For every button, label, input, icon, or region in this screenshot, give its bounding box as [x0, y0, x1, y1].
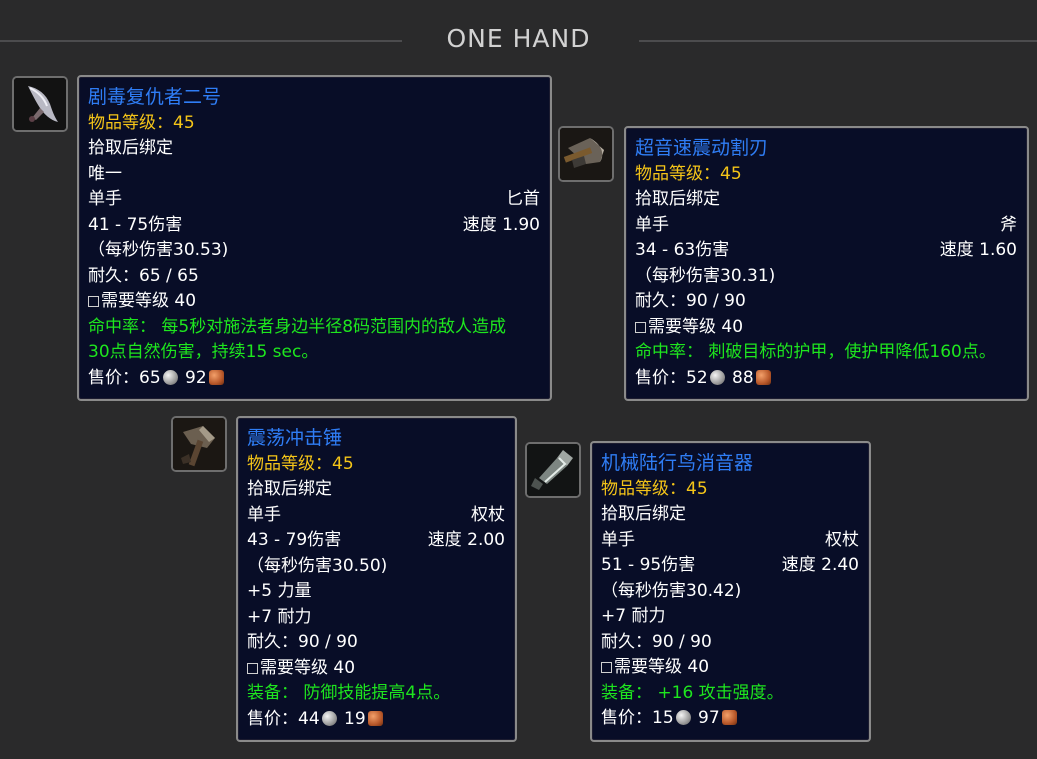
attack-speed: 速度 1.60 [939, 240, 1017, 260]
dps: （每秒伤害30.53) [88, 240, 229, 260]
dagger-icon[interactable] [12, 76, 68, 132]
mace-icon[interactable] [525, 442, 581, 498]
sell-price-label: 售价： [88, 367, 139, 388]
copper-amount: 88 [732, 367, 754, 388]
item-name: 剧毒复仇者二号 [88, 86, 222, 108]
required-level: 需要等级 40 [614, 657, 710, 677]
required-level-row: 需要等级 40 [247, 656, 355, 682]
checkbox-square-icon [88, 296, 99, 307]
item-tooltip: 震荡冲击锤 物品等级：45 拾取后绑定 单手 权杖 43 - 79伤害 速度 2.0… [236, 416, 517, 742]
durability: 耐久：65 / 65 [88, 265, 199, 286]
damage-range: 51 - 95伤害 [601, 555, 696, 575]
durability: 耐久：90 / 90 [635, 291, 746, 311]
bind-type: 拾取后绑定 [601, 504, 686, 524]
item-name: 超音速震动割刃 [635, 137, 769, 159]
axe-icon[interactable] [558, 126, 614, 182]
unique-tag: 唯一 [88, 163, 122, 184]
copper-coin-icon [721, 710, 737, 725]
durability: 耐久：90 / 90 [601, 631, 712, 652]
dps: （每秒伤害30.42) [601, 580, 742, 601]
item-name: 震荡冲击锤 [247, 427, 343, 449]
stat-stamina: +7 耐力 [247, 606, 312, 627]
checkbox-square-icon [247, 662, 258, 674]
weapon-type: 斧 [1000, 214, 1017, 235]
stat-stamina: +7 耐力 [601, 606, 666, 626]
silver-coin-icon [675, 710, 691, 725]
sell-price-label: 售价： [601, 708, 652, 728]
checkbox-square-icon [601, 662, 612, 673]
weapon-type: 匕首 [506, 189, 540, 209]
sell-price-label: 售价： [247, 708, 298, 729]
dps: （每秒伤害30.31) [635, 265, 776, 286]
copper-amount: 97 [698, 708, 720, 728]
hammer-icon[interactable] [171, 416, 227, 472]
sell-price: 售价：52 88 [635, 366, 773, 392]
sell-price: 售价：15 97 [601, 706, 739, 732]
effect-line: 装备： 防御技能提高4点。 [247, 683, 451, 703]
required-level-row: 需要等级 40 [635, 315, 743, 341]
silver-amount: 52 [686, 367, 708, 388]
attack-speed: 速度 1.90 [462, 214, 540, 235]
bind-type: 拾取后绑定 [88, 138, 173, 158]
item-level: 物品等级：45 [88, 112, 195, 133]
checkbox-square-icon [635, 321, 646, 333]
silver-coin-icon [709, 369, 725, 385]
bind-type: 拾取后绑定 [635, 189, 720, 209]
attack-speed: 速度 2.00 [427, 530, 505, 550]
required-level-row: 需要等级 40 [88, 289, 196, 315]
copper-coin-icon [367, 710, 383, 726]
item-tooltip: 机械陆行鸟消音器 物品等级：45 拾取后绑定 单手 权杖 51 - 95伤害 速度 … [590, 441, 871, 742]
bind-type: 拾取后绑定 [247, 479, 332, 499]
slot: 单手 [601, 529, 635, 550]
effect-line: 命中率： 每5秒对施法者身边半径8码范围内的敌人造成 [88, 316, 507, 337]
section-title: ONE HAND [446, 24, 591, 53]
slot: 单手 [247, 504, 281, 525]
slot: 单手 [88, 189, 122, 209]
sell-price: 售价：65 92 [88, 366, 226, 392]
item-tooltip: 剧毒复仇者二号 物品等级：45 拾取后绑定 唯一 单手 匕首 41 - 75伤害 速… [77, 75, 552, 401]
required-level-row: 需要等级 40 [601, 655, 709, 681]
durability: 耐久：90 / 90 [247, 632, 358, 652]
required-level: 需要等级 40 [101, 291, 197, 311]
effect-line: 命中率： 刺破目标的护甲，使护甲降低160点。 [635, 342, 996, 362]
effect-line: 30点自然伤害，持续15 sec。 [88, 342, 319, 362]
item-level: 物品等级：45 [601, 478, 708, 499]
silver-coin-icon [162, 369, 178, 385]
damage-range: 43 - 79伤害 [247, 530, 342, 550]
required-level: 需要等级 40 [260, 657, 356, 678]
silver-amount: 44 [298, 708, 320, 729]
copper-amount: 92 [185, 367, 207, 388]
item-name: 机械陆行鸟消音器 [601, 452, 754, 474]
copper-amount: 19 [344, 708, 366, 729]
dps: （每秒伤害30.50) [247, 555, 388, 576]
item-level: 物品等级：45 [635, 163, 742, 184]
stat-strength: +5 力量 [247, 581, 312, 601]
weapon-type: 权杖 [825, 529, 859, 550]
silver-amount: 15 [652, 708, 674, 728]
silver-amount: 65 [139, 367, 161, 388]
silver-coin-icon [321, 710, 337, 726]
attack-speed: 速度 2.40 [781, 555, 859, 575]
item-tooltip: 超音速震动割刃 物品等级：45 拾取后绑定 单手 斧 34 - 63伤害 速度 1.… [624, 126, 1029, 401]
header-divider-right [639, 40, 1037, 42]
effect-line: 装备： +16 攻击强度。 [601, 682, 784, 703]
copper-coin-icon [755, 369, 771, 385]
copper-coin-icon [208, 369, 224, 385]
sell-price-label: 售价： [635, 367, 686, 388]
weapon-type: 权杖 [471, 504, 505, 525]
sell-price: 售价：44 19 [247, 707, 385, 733]
item-level: 物品等级：45 [247, 453, 354, 474]
required-level: 需要等级 40 [648, 316, 744, 337]
damage-range: 34 - 63伤害 [635, 240, 730, 260]
slot: 单手 [635, 214, 669, 235]
damage-range: 41 - 75伤害 [88, 214, 183, 235]
